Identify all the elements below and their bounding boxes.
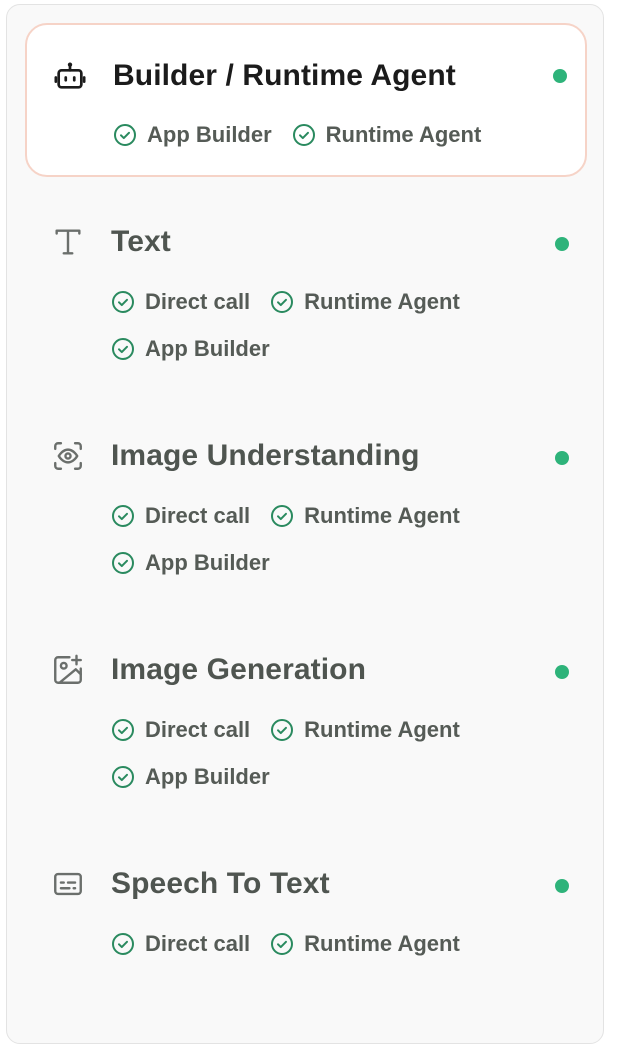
eye-scan-icon	[51, 439, 85, 473]
tag-label: Direct call	[145, 930, 251, 956]
tag-label: Runtime Agent	[325, 121, 482, 147]
tag-runtime-agent: Runtime Agent	[270, 287, 460, 316]
image-plus-icon	[51, 653, 85, 687]
status-dot	[555, 451, 569, 465]
tag-runtime-agent: Runtime Agent	[270, 715, 460, 744]
tag-label: App Builder	[145, 763, 270, 789]
robot-icon	[53, 59, 87, 93]
check-circle-icon	[112, 765, 134, 788]
capabilities-panel: Builder / Runtime Agent App Builder Runt…	[6, 4, 604, 1044]
tag-list: Direct call Runtime Agent	[111, 929, 551, 958]
check-circle-icon	[114, 123, 136, 146]
tag-list: Direct call Runtime Agent App Builder	[111, 715, 551, 791]
status-dot	[555, 879, 569, 893]
tag-app-builder: App Builder	[113, 120, 272, 149]
check-circle-icon	[271, 290, 294, 313]
capability-title: Text	[111, 225, 171, 258]
tag-label: App Builder	[145, 549, 270, 575]
tag-app-builder: App Builder	[111, 334, 270, 363]
tag-direct-call: Direct call	[111, 715, 250, 744]
tag-app-builder: App Builder	[111, 762, 270, 791]
tag-label: Direct call	[145, 716, 251, 742]
check-circle-icon	[112, 337, 134, 360]
check-circle-icon	[112, 551, 134, 574]
check-circle-icon	[271, 932, 294, 955]
subtitles-icon	[51, 867, 85, 901]
check-circle-icon	[292, 123, 315, 146]
check-circle-icon	[112, 290, 134, 313]
status-dot	[555, 237, 569, 251]
tag-label: Direct call	[145, 502, 251, 528]
capability-title: Speech To Text	[111, 867, 330, 900]
capability-title: Image Understanding	[111, 439, 420, 472]
tag-label: Direct call	[145, 288, 251, 314]
tag-direct-call: Direct call	[111, 287, 250, 316]
text-icon	[51, 225, 85, 259]
capability-title: Image Generation	[111, 653, 367, 686]
tag-list: App Builder Runtime Agent	[113, 120, 553, 149]
tag-runtime-agent: Runtime Agent	[270, 929, 460, 958]
tag-list: Direct call Runtime Agent App Builder	[111, 287, 551, 363]
tag-direct-call: Direct call	[111, 929, 250, 958]
tag-label: Runtime Agent	[304, 502, 460, 528]
tag-label: Runtime Agent	[304, 288, 460, 314]
capability-item-builder-runtime-agent[interactable]: Builder / Runtime Agent App Builder Runt…	[25, 23, 587, 177]
check-circle-icon	[271, 504, 294, 527]
tag-label: Runtime Agent	[304, 716, 460, 742]
tag-app-builder: App Builder	[111, 548, 270, 577]
tag-label: App Builder	[147, 121, 272, 147]
capability-title: Builder / Runtime Agent	[113, 59, 456, 92]
tag-runtime-agent: Runtime Agent	[292, 120, 482, 149]
check-circle-icon	[112, 718, 134, 741]
tag-list: Direct call Runtime Agent App Builder	[111, 501, 551, 577]
status-dot	[553, 69, 567, 83]
tag-direct-call: Direct call	[111, 501, 250, 530]
check-circle-icon	[112, 504, 134, 527]
tag-label: App Builder	[145, 335, 270, 361]
tag-runtime-agent: Runtime Agent	[270, 501, 460, 530]
check-circle-icon	[112, 932, 134, 955]
check-circle-icon	[271, 718, 294, 741]
tag-label: Runtime Agent	[304, 930, 460, 956]
status-dot	[555, 665, 569, 679]
